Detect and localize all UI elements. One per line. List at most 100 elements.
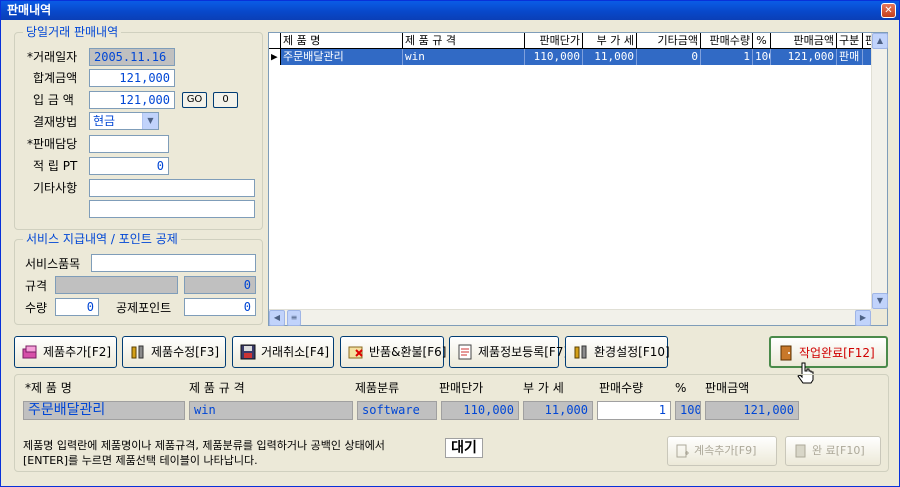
help-text-line1: 제품명 입력란에 제품명이나 제품규격, 제품분류를 입력하거나 공백인 상태에… — [23, 439, 385, 452]
cell-other[interactable]: 0 — [637, 49, 701, 65]
vertical-scrollbar[interactable]: ▲ ▼ — [871, 33, 888, 309]
entry-header-qty: 판매수량 — [599, 381, 644, 395]
header-cell[interactable]: 부 가 세 — [583, 33, 637, 49]
entry-header-vat: 부 가 세 — [523, 381, 564, 395]
entry-header-price: 판매단가 — [439, 381, 484, 395]
product-spec-input[interactable]: win — [189, 401, 353, 420]
return-refund-button[interactable]: 반품&환불[F6] — [340, 336, 446, 368]
unit-price-input[interactable]: 110,000 — [441, 401, 519, 420]
header-cell[interactable]: 판 — [863, 33, 871, 49]
tools-icon — [131, 345, 144, 359]
scroll-right-icon[interactable]: ▶ — [855, 310, 871, 326]
table-row[interactable]: ▶ 주문배달관리 win 110,000 11,000 0 1 100 121,… — [269, 49, 871, 65]
complete-work-button[interactable]: 작업완료[F12] — [769, 336, 888, 368]
cell-product[interactable]: 주문배달관리 — [281, 49, 403, 65]
product-name-input[interactable]: 주문배달관리 — [23, 401, 185, 420]
status-badge: 대기 — [445, 438, 483, 458]
service-item-label: 서비스품목 — [25, 257, 81, 271]
vat-input[interactable]: 11,000 — [523, 401, 593, 420]
header-cell[interactable]: 판매단가 — [525, 33, 583, 49]
add-product-button[interactable]: 제품추가[F2] — [14, 336, 117, 368]
entry-header-spec: 제 품 규 격 — [189, 381, 245, 395]
deduct-field[interactable]: 0 — [184, 298, 256, 316]
entry-header-percent: % — [675, 381, 687, 395]
service-qty-field[interactable]: 0 — [55, 298, 99, 316]
payment-label: 결재방법 — [33, 115, 78, 129]
zero-button[interactable]: 0 — [213, 92, 238, 108]
row-indicator-icon: ▶ — [269, 49, 281, 65]
scroll-left-icon[interactable]: ◀ — [269, 310, 285, 326]
cell-amount[interactable]: 121,000 — [771, 49, 837, 65]
notes-label: 기타사항 — [33, 181, 78, 195]
edit-product-button[interactable]: 제품수정[F3] — [122, 336, 226, 368]
cell-spec[interactable]: win — [403, 49, 525, 65]
settings-tools-icon — [574, 345, 587, 359]
door-disabled-icon — [795, 444, 806, 458]
grid-header: 제 품 명 제 품 규 격 판매단가 부 가 세 기타금액 판매수량 % 판매금… — [269, 33, 871, 49]
percent-input[interactable]: 100 — [675, 401, 701, 420]
cell-extra[interactable] — [863, 49, 871, 65]
points-label: 적 립 PT — [33, 159, 78, 173]
header-cell[interactable]: 제 품 규 격 — [403, 33, 525, 49]
close-icon[interactable]: ✕ — [881, 3, 896, 18]
service-spec-field[interactable] — [55, 276, 178, 294]
window-title: 판매내역 — [7, 3, 52, 17]
cell-qty[interactable]: 1 — [701, 49, 753, 65]
cell-percent[interactable]: 100 — [753, 49, 771, 65]
header-cell[interactable]: % — [753, 33, 771, 49]
payment-select[interactable]: 현금 ▼ — [89, 112, 159, 130]
header-cell[interactable]: 제 품 명 — [281, 33, 403, 49]
sales-person-field[interactable] — [89, 135, 169, 153]
product-category-input[interactable]: software — [357, 401, 437, 420]
sales-person-label: *판매담당 — [27, 137, 78, 151]
payment-value: 현금 — [93, 114, 116, 128]
complete-work-label: 작업완료[F12] — [799, 346, 875, 360]
cell-vat[interactable]: 11,000 — [583, 49, 637, 65]
cancel-transaction-label: 거래취소[F4] — [261, 345, 330, 359]
register-product-button[interactable]: 제품정보등록[F7] — [449, 336, 568, 368]
row-indicator-header — [269, 33, 281, 49]
header-cell[interactable]: 판매금액 — [771, 33, 837, 49]
add-product-label: 제품추가[F2] — [43, 345, 112, 359]
total-label: 합계금액 — [33, 71, 78, 85]
continue-add-button[interactable]: 계속추가[F9] — [667, 436, 777, 466]
edit-product-label: 제품수정[F3] — [151, 345, 220, 359]
entry-header-amount: 판매금액 — [705, 381, 750, 395]
quantity-input[interactable]: 1 — [597, 401, 671, 420]
go-button[interactable]: GO — [182, 92, 207, 108]
header-cell[interactable]: 기타금액 — [637, 33, 701, 49]
door-icon — [780, 345, 792, 361]
add-product-icon — [22, 345, 37, 359]
sales-grid[interactable]: 제 품 명 제 품 규 격 판매단가 부 가 세 기타금액 판매수량 % 판매금… — [268, 32, 888, 326]
deduct-label: 공제포인트 — [116, 301, 172, 315]
service-item-field[interactable] — [91, 254, 256, 272]
scroll-corner — [871, 309, 887, 325]
header-cell[interactable]: 구분 — [837, 33, 863, 49]
header-cell[interactable]: 판매수량 — [701, 33, 753, 49]
service-legend: 서비스 지급내역 / 포인트 공제 — [23, 232, 181, 246]
service-qty-label: 수량 — [25, 301, 48, 315]
cell-price[interactable]: 110,000 — [525, 49, 583, 65]
finish-button[interactable]: 완 료[F10] — [785, 436, 881, 466]
total-field[interactable]: 121,000 — [89, 69, 175, 87]
chevron-down-icon[interactable]: ▼ — [142, 113, 158, 129]
entry-header-category: 제품분류 — [355, 381, 400, 395]
horizontal-scrollbar[interactable]: ◀ ≡ ▶ — [269, 309, 871, 326]
sales-window: 판매내역 ✕ 당일거래 판매내역 *거래일자 2005.11.16 합계금액 1… — [0, 0, 900, 487]
settings-button[interactable]: 환경설정[F10] — [565, 336, 670, 368]
scroll-down-icon[interactable]: ▼ — [872, 293, 888, 309]
amount-input[interactable]: 121,000 — [705, 401, 799, 420]
notes-field-2[interactable] — [89, 200, 255, 218]
service-spec-amount[interactable]: 0 — [184, 276, 256, 294]
notes-field-1[interactable] — [89, 179, 255, 197]
scroll-up-icon[interactable]: ▲ — [872, 33, 888, 49]
paid-field[interactable]: 121,000 — [89, 91, 175, 109]
help-text-line2: [ENTER]를 누르면 제품선택 테이블이 나타납니다. — [23, 454, 258, 467]
title-bar: 판매내역 ✕ — [1, 1, 899, 20]
date-field[interactable]: 2005.11.16 — [89, 48, 175, 66]
points-field[interactable]: 0 — [89, 157, 169, 175]
scroll-thumb[interactable]: ≡ — [287, 310, 301, 326]
cancel-transaction-button[interactable]: 거래취소[F4] — [232, 336, 334, 368]
register-product-label: 제품정보등록[F7] — [478, 345, 569, 359]
cell-type[interactable]: 판매 — [837, 49, 863, 65]
